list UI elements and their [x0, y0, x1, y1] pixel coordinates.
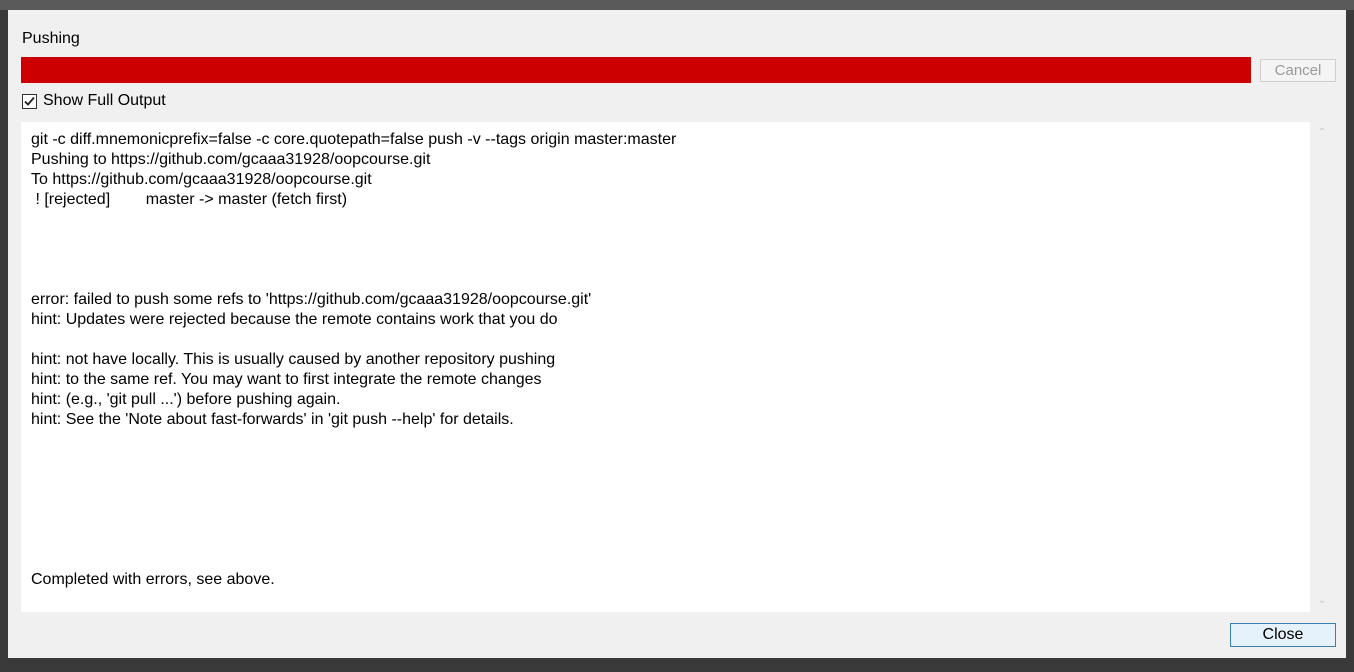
show-full-output-label: Show Full Output [43, 92, 166, 109]
output-line: git -c diff.mnemonicprefix=false -c core… [31, 131, 677, 148]
progress-bar [21, 57, 1251, 83]
output-line: error: failed to push some refs to 'http… [31, 291, 592, 308]
close-button[interactable]: Close [1230, 623, 1336, 647]
show-full-output-checkbox[interactable] [22, 93, 37, 109]
background-window-strip [0, 0, 1354, 10]
output-line: Pushing to https://github.com/gcaaa31928… [31, 151, 431, 168]
output-line: hint: Updates were rejected because the … [31, 311, 558, 328]
output-line: Completed with errors, see above. [31, 571, 275, 588]
cancel-button[interactable]: Cancel [1260, 59, 1336, 82]
output-line: To https://github.com/gcaaa31928/oopcour… [31, 171, 372, 188]
show-full-output-option[interactable]: Show Full Output [22, 92, 166, 110]
output-line: hint: not have locally. This is usually … [31, 351, 556, 368]
output-line: hint: See the 'Note about fast-forwards'… [31, 411, 514, 428]
scroll-down-icon[interactable]: ⌄ [1317, 596, 1327, 606]
output-line: hint: to the same ref. You may want to f… [31, 371, 542, 388]
checkmark-icon [24, 96, 35, 106]
push-progress-dialog: Pushing Cancel Show Full Output git -c d… [8, 10, 1346, 658]
output-line: hint: (e.g., 'git pull ...') before push… [31, 391, 341, 408]
scroll-up-icon[interactable]: ⌃ [1317, 128, 1327, 138]
output-scrollbar[interactable]: ⌃ ⌄ [1310, 122, 1334, 612]
output-log[interactable]: git -c diff.mnemonicprefix=false -c core… [21, 122, 1310, 612]
output-line: ! [rejected] master -> master (fetch fir… [31, 191, 348, 208]
dialog-title: Pushing [22, 30, 80, 47]
